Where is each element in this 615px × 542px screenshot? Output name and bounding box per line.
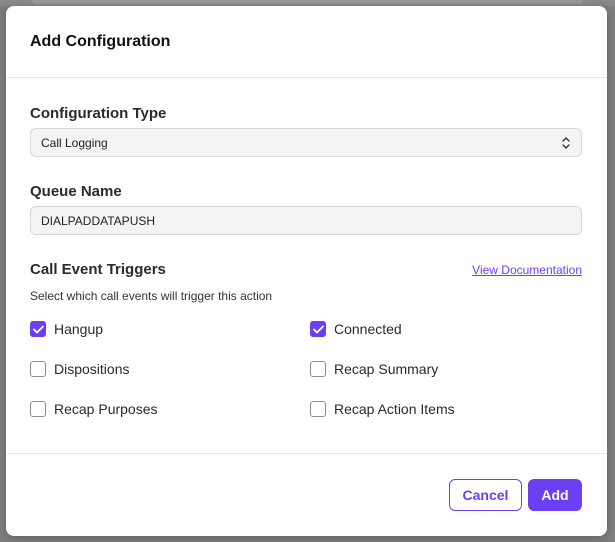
configuration-type-label: Configuration Type [30, 105, 167, 122]
queue-name-input[interactable] [30, 206, 582, 235]
add-configuration-dialog: Add Configuration Configuration Type Cal… [6, 6, 607, 536]
dialog-title: Add Configuration [30, 32, 171, 50]
view-documentation-link[interactable]: View Documentation [472, 263, 582, 277]
cancel-button[interactable]: Cancel [449, 479, 522, 511]
checkbox-unchecked-icon[interactable] [310, 361, 326, 377]
queue-name-label: Queue Name [30, 183, 122, 200]
trigger-label: Recap Summary [334, 361, 439, 377]
underlying-page-edge [32, 0, 583, 4]
trigger-label: Dispositions [54, 361, 130, 377]
trigger-checkbox-recap-purposes[interactable]: Recap Purposes [30, 401, 158, 417]
checkbox-unchecked-icon[interactable] [310, 401, 326, 417]
add-button[interactable]: Add [528, 479, 582, 511]
trigger-label: Recap Action Items [334, 401, 455, 417]
checkbox-unchecked-icon[interactable] [30, 361, 46, 377]
checkbox-checked-icon[interactable] [30, 321, 46, 337]
call-event-triggers-label: Call Event Triggers [30, 261, 166, 278]
trigger-label: Hangup [54, 321, 104, 337]
checkbox-checked-icon[interactable] [310, 321, 326, 337]
trigger-checkbox-hangup[interactable]: Hangup [30, 321, 103, 337]
trigger-label: Connected [334, 321, 402, 337]
trigger-checkbox-recap-summary[interactable]: Recap Summary [310, 361, 438, 377]
checkbox-unchecked-icon[interactable] [30, 401, 46, 417]
dialog-header: Add Configuration [6, 6, 607, 78]
trigger-checkbox-dispositions[interactable]: Dispositions [30, 361, 129, 377]
trigger-checkbox-connected[interactable]: Connected [310, 321, 402, 337]
triggers-helper-text: Select which call events will trigger th… [30, 289, 273, 303]
configuration-type-value: Call Logging [41, 135, 108, 150]
chevron-up-down-icon [562, 137, 570, 149]
trigger-checkbox-recap-action-items[interactable]: Recap Action Items [310, 401, 455, 417]
dialog-footer: Cancel Add [6, 453, 607, 536]
trigger-label: Recap Purposes [54, 401, 158, 417]
configuration-type-select[interactable]: Call Logging [30, 128, 582, 157]
